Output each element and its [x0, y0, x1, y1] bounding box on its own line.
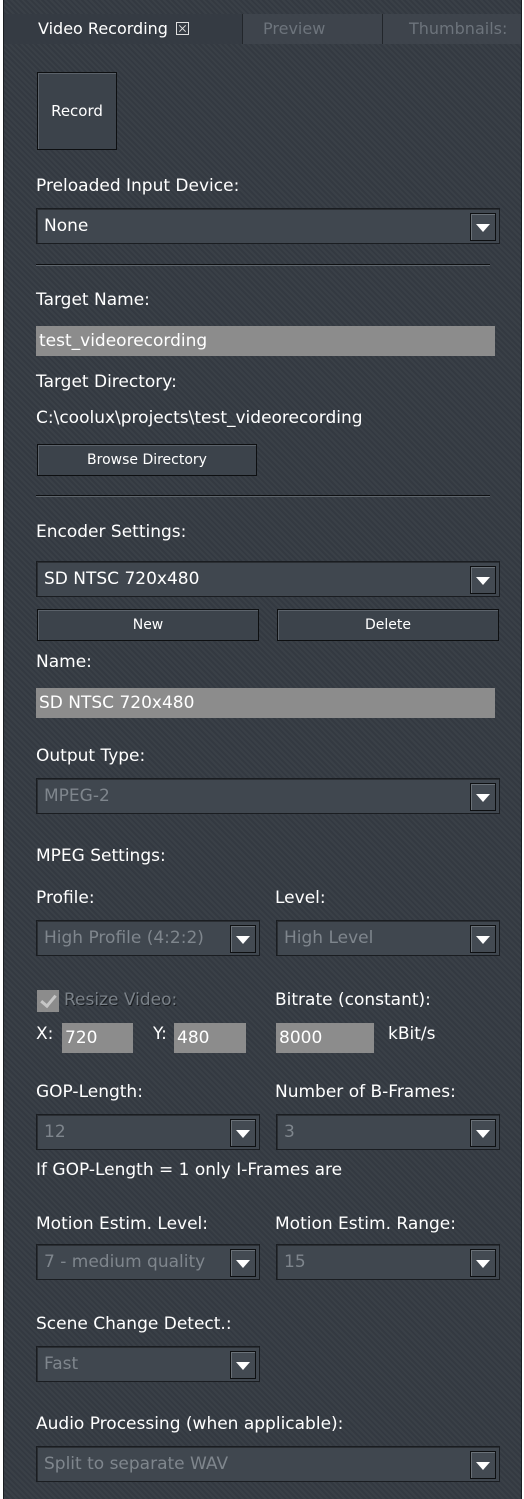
scene-change-label: Scene Change Detect.:: [36, 1314, 232, 1334]
delete-button[interactable]: Delete: [277, 609, 499, 641]
tab-preview-label: Preview: [263, 19, 326, 38]
chevron-down-icon[interactable]: [230, 1249, 256, 1277]
record-button[interactable]: Record: [37, 72, 117, 150]
motion-estim-range-select[interactable]: 15: [276, 1244, 500, 1280]
tab-video-recording[interactable]: Video Recording: [4, 14, 242, 44]
motion-estim-level-value: 7 - medium quality: [44, 1252, 206, 1272]
target-name-label: Target Name:: [36, 290, 150, 310]
x-label: X:: [36, 1024, 54, 1044]
motion-estim-range-value: 15: [284, 1252, 306, 1272]
tab-video-recording-label: Video Recording: [38, 19, 168, 38]
bitrate-unit: kBit/s: [388, 1024, 436, 1044]
scene-change-value: Fast: [44, 1354, 79, 1374]
resize-x-input[interactable]: 720: [62, 1023, 133, 1053]
b-frames-label: Number of B-Frames:: [275, 1082, 456, 1102]
gop-length-value: 12: [44, 1122, 66, 1142]
output-type-value: MPEG-2: [44, 786, 110, 806]
bitrate-label: Bitrate (constant):: [275, 990, 431, 1010]
chevron-down-icon[interactable]: [230, 1351, 256, 1379]
gop-length-select[interactable]: 12: [36, 1114, 260, 1150]
scene-change-select[interactable]: Fast: [36, 1346, 260, 1382]
audio-processing-value: Split to separate WAV: [44, 1454, 229, 1474]
profile-select[interactable]: High Profile (4:2:2): [36, 920, 260, 956]
motion-estim-range-label: Motion Estim. Range:: [275, 1214, 456, 1234]
target-directory-label: Target Directory:: [36, 372, 177, 392]
preloaded-input-label: Preloaded Input Device:: [36, 176, 240, 196]
divider: [36, 264, 490, 266]
motion-estim-level-label: Motion Estim. Level:: [36, 1214, 208, 1234]
mpeg-settings-label: MPEG Settings:: [36, 846, 166, 866]
preloaded-input-select[interactable]: None: [36, 208, 500, 244]
chevron-down-icon[interactable]: [230, 925, 256, 953]
profile-value: High Profile (4:2:2): [44, 928, 204, 948]
gop-note: If GOP-Length = 1 only I-Frames are: [36, 1160, 343, 1180]
chevron-down-icon[interactable]: [470, 1451, 496, 1479]
chevron-down-icon[interactable]: [470, 1249, 496, 1277]
encoder-name-input[interactable]: SD NTSC 720x480: [36, 688, 495, 718]
close-icon[interactable]: [175, 22, 189, 35]
target-directory-value: C:\coolux\projects\test_videorecording: [36, 408, 363, 428]
profile-label: Profile:: [36, 888, 95, 908]
tab-thumbnails[interactable]: Thumbnails:: [382, 14, 521, 44]
target-name-input[interactable]: test_videorecording: [36, 326, 495, 356]
bitrate-input[interactable]: 8000: [276, 1023, 374, 1053]
tab-preview[interactable]: Preview: [242, 14, 382, 44]
chevron-down-icon[interactable]: [470, 783, 496, 811]
preloaded-input-value: None: [44, 216, 89, 236]
y-label: Y:: [153, 1024, 167, 1044]
gop-length-label: GOP-Length:: [36, 1082, 143, 1102]
level-label: Level:: [275, 888, 326, 908]
b-frames-select[interactable]: 3: [276, 1114, 500, 1150]
chevron-down-icon[interactable]: [470, 925, 496, 953]
encoder-name-label: Name:: [36, 652, 92, 672]
new-button[interactable]: New: [37, 609, 259, 641]
tab-thumbnails-label: Thumbnails:: [409, 19, 508, 38]
resize-video-label: Resize Video:: [64, 990, 178, 1010]
level-value: High Level: [284, 928, 374, 948]
chevron-down-icon[interactable]: [470, 1119, 496, 1147]
encoder-settings-value: SD NTSC 720x480: [44, 569, 200, 589]
video-recording-panel: Video Recording Preview Thumbnails: Reco…: [3, 0, 522, 1499]
tab-bar: Video Recording Preview Thumbnails:: [4, 14, 521, 44]
audio-processing-select[interactable]: Split to separate WAV: [36, 1446, 500, 1482]
divider: [36, 495, 490, 497]
browse-directory-button[interactable]: Browse Directory: [37, 444, 257, 476]
encoder-settings-label: Encoder Settings:: [36, 522, 187, 542]
resize-video-checkbox[interactable]: [37, 990, 59, 1012]
encoder-settings-select[interactable]: SD NTSC 720x480: [36, 561, 500, 597]
chevron-down-icon[interactable]: [470, 213, 496, 241]
level-select[interactable]: High Level: [276, 920, 500, 956]
chevron-down-icon[interactable]: [230, 1119, 256, 1147]
audio-processing-label: Audio Processing (when applicable):: [36, 1414, 344, 1434]
b-frames-value: 3: [284, 1122, 295, 1142]
chevron-down-icon[interactable]: [470, 566, 496, 594]
resize-y-input[interactable]: 480: [174, 1023, 246, 1053]
output-type-select[interactable]: MPEG-2: [36, 778, 500, 814]
motion-estim-level-select[interactable]: 7 - medium quality: [36, 1244, 260, 1280]
output-type-label: Output Type:: [36, 746, 146, 766]
